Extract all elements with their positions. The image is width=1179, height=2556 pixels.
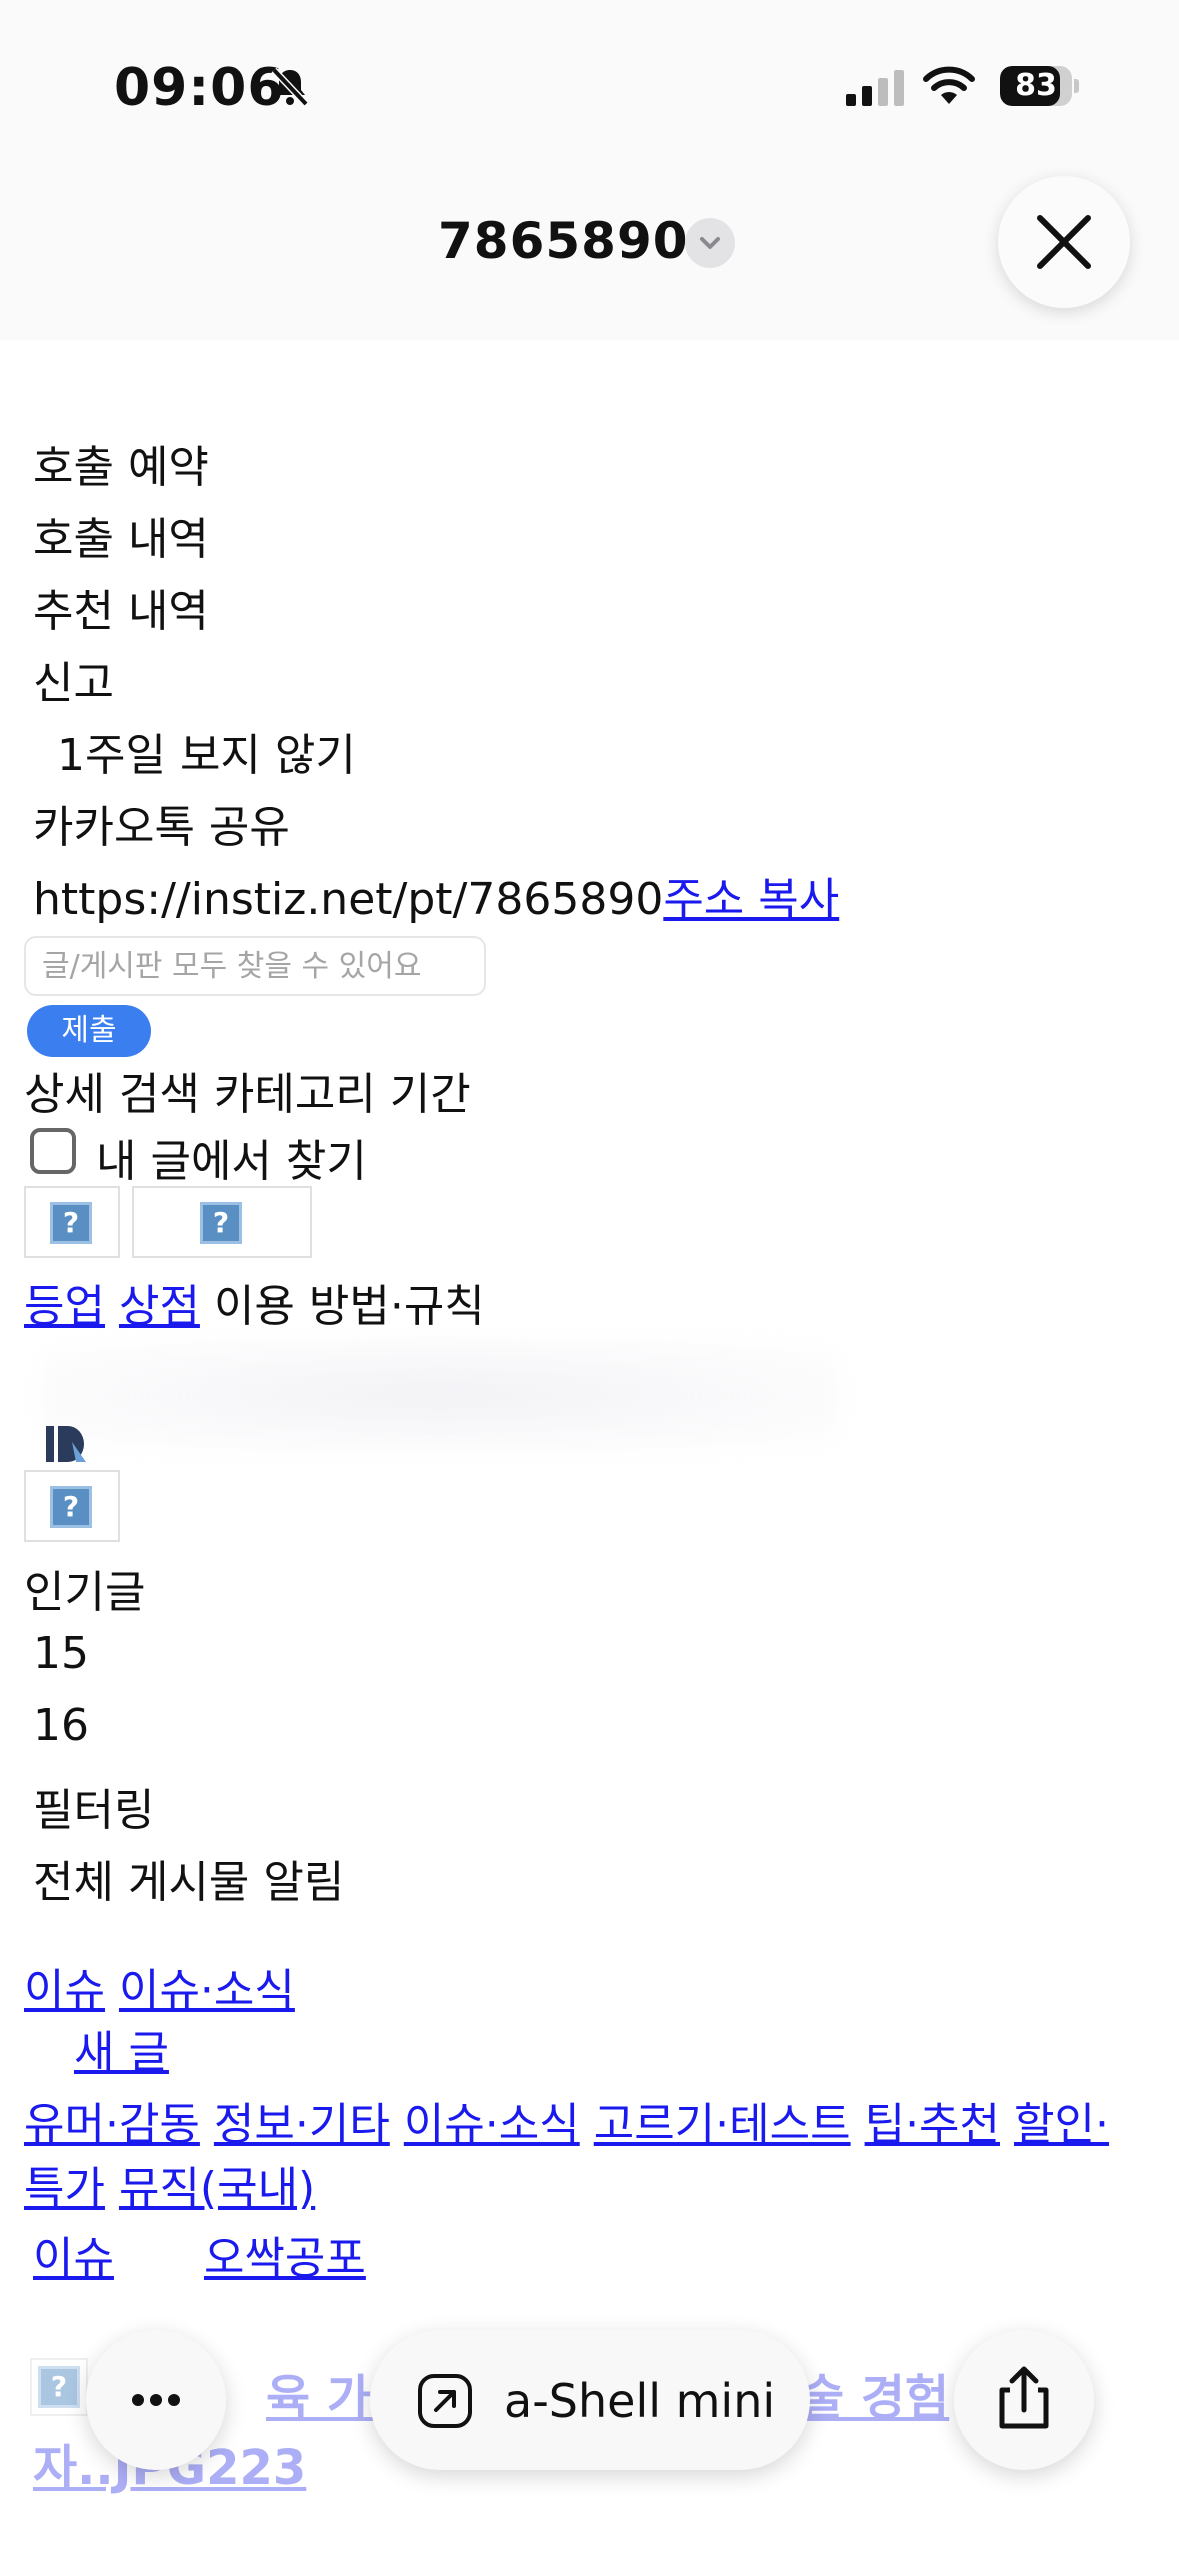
status-bar: 09:06 83: [0, 0, 1179, 150]
bell-slash-icon: [271, 67, 309, 107]
browser-header: 7865890: [0, 150, 1179, 340]
open-external-icon: [418, 2374, 472, 2428]
blurred-banner: [40, 1340, 840, 1450]
menu-hide-week[interactable]: 1주일 보지 않기: [57, 719, 356, 783]
category-sale-cont[interactable]: 특가: [24, 2163, 105, 2214]
menu-call-history[interactable]: 호출 내역: [33, 503, 209, 567]
share-icon: [999, 2366, 1049, 2429]
copy-url-link[interactable]: 주소 복사: [663, 874, 839, 925]
tab-issue[interactable]: 이슈: [33, 2233, 114, 2284]
my-posts-label: 내 글에서 찾기: [96, 1136, 367, 1187]
page-url: https://instiz.net/pt/7865890: [33, 874, 664, 925]
board-tabs: 이슈 오싹공포: [33, 2222, 380, 2286]
all-notice-menu[interactable]: 전체 게시물 알림: [33, 1846, 344, 1910]
my-posts-checkbox[interactable]: [30, 1128, 76, 1174]
issue-news-link[interactable]: 이슈·소식: [119, 1965, 295, 2016]
broken-image: ?: [30, 2358, 88, 2416]
broken-image-icon: ?: [50, 1202, 92, 1244]
menu-report[interactable]: 신고: [33, 647, 114, 711]
board-links: 이슈 이슈·소식: [24, 1954, 309, 2018]
category-info[interactable]: 정보·기타: [214, 2099, 390, 2150]
broken-image: ?: [24, 1470, 120, 1542]
broken-image: ?: [24, 1186, 120, 1258]
category-tips[interactable]: 팁·추천: [865, 2099, 1000, 2150]
nav-links: 등업 상점 이용 방법·규칙: [24, 1270, 485, 1334]
category-choose-test[interactable]: 고르기·테스트: [594, 2099, 851, 2150]
page-title[interactable]: 7865890: [438, 212, 689, 270]
battery-percent: 83: [1015, 68, 1057, 103]
levelup-link[interactable]: 등업: [24, 1281, 105, 1332]
open-app-button[interactable]: a-Shell mini: [370, 2330, 810, 2470]
popular-count-2: 16: [33, 1700, 89, 1751]
filter-menu[interactable]: 필터링: [33, 1774, 154, 1838]
category-humor[interactable]: 유머·감동: [24, 2099, 200, 2150]
popular-count-1: 15: [33, 1628, 89, 1679]
status-time: 09:06: [114, 58, 285, 118]
tab-horror[interactable]: 오싹공포: [204, 2233, 366, 2284]
wifi-icon: [923, 66, 975, 104]
battery-indicator: 83: [1000, 66, 1079, 106]
share-button[interactable]: [954, 2330, 1094, 2470]
menu-recommend-history[interactable]: 추천 내역: [33, 575, 209, 639]
title-dropdown-button[interactable]: [685, 218, 735, 268]
submit-button[interactable]: 제출: [27, 1005, 151, 1057]
new-post-link[interactable]: 새 글: [74, 2027, 169, 2078]
post-title-fragment-end[interactable]: 술 경험: [800, 2358, 949, 2428]
url-row: https://instiz.net/pt/7865890주소 복사: [33, 863, 839, 927]
close-icon: [1037, 215, 1091, 269]
broken-image-icon: ?: [38, 2366, 80, 2408]
category-music[interactable]: 뮤직(국내): [119, 2163, 315, 2214]
category-sale[interactable]: 할인·: [1014, 2099, 1109, 2150]
search-options: 상세 검색 카테고리 기간: [24, 1069, 471, 1120]
search-input[interactable]: [24, 936, 486, 996]
chevron-down-icon: [700, 237, 720, 249]
category-links-line1: 유머·감동 정보·기타 이슈·소식 고르기·테스트 팁·추천 할인·: [24, 2088, 1123, 2152]
close-button[interactable]: [998, 176, 1130, 308]
menu-kakao-share[interactable]: 카카오톡 공유: [33, 791, 290, 855]
broken-image-icon: ?: [200, 1202, 242, 1244]
broken-image-icon: ?: [50, 1486, 92, 1528]
ellipsis-icon: [132, 2394, 180, 2406]
category-issue-news[interactable]: 이슈·소식: [404, 2099, 580, 2150]
broken-image: ?: [132, 1186, 312, 1258]
new-post-row: 새 글: [74, 2016, 183, 2080]
menu-call-reserve[interactable]: 호출 예약: [33, 431, 209, 495]
category-links-line2: 특가 뮤직(국내): [24, 2152, 329, 2216]
shop-link[interactable]: 상점: [119, 1281, 200, 1332]
issue-link[interactable]: 이슈: [24, 1965, 105, 2016]
rules-text[interactable]: 이용 방법·규칙: [214, 1281, 485, 1332]
app-name: a-Shell mini: [504, 2374, 776, 2428]
more-button[interactable]: [86, 2330, 226, 2470]
site-logo-fragment: [46, 1426, 86, 1462]
popular-posts-title[interactable]: 인기글: [24, 1556, 145, 1620]
cellular-signal-icon: [846, 70, 904, 106]
